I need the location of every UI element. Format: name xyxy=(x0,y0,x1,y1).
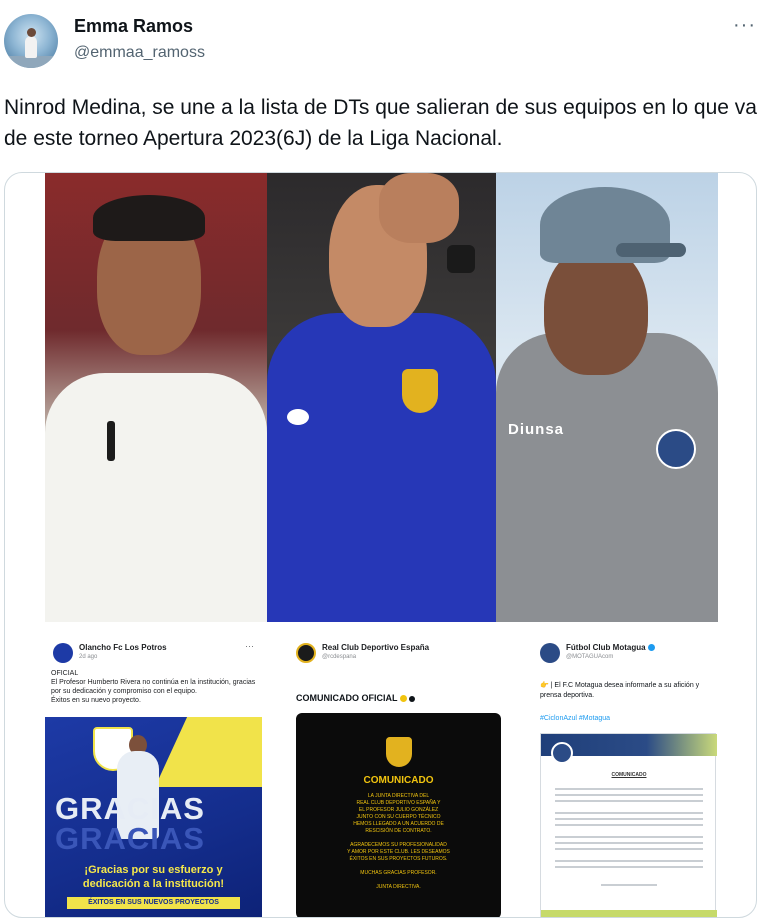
verified-badge-icon xyxy=(647,644,655,652)
facebook-post-screenshot: Olancho Fc Los Potros 2d ago ··· OFICIAL… xyxy=(45,635,262,917)
x-post-screenshot-motagua: Fútbol Club Motagua @MOTAGUAcom 👉 | El F… xyxy=(508,635,727,917)
document-text-line xyxy=(555,860,703,862)
post-title-text: COMUNICADO OFICIAL xyxy=(296,693,398,703)
coach-photo-3: Diunsa xyxy=(496,173,718,622)
coach-photo-2 xyxy=(267,173,496,622)
document-text-line xyxy=(555,842,703,844)
more-options-icon: ··· xyxy=(245,641,254,651)
coach-3-shirt xyxy=(496,333,718,622)
document-text-line xyxy=(555,818,703,820)
banner-message: ¡Gracias por su esfuerzo y dedicación a … xyxy=(82,864,225,890)
club-crest-icon xyxy=(656,429,696,469)
club-crest-icon xyxy=(402,369,438,413)
farewell-banner: GRACIAS GRACIAS ¡Gracias por su esfuerzo… xyxy=(45,717,262,917)
post-author-name: Olancho Fc Los Potros xyxy=(79,643,167,652)
avatar-head xyxy=(27,28,36,37)
document-text-line xyxy=(555,836,703,838)
coach-1-hair xyxy=(93,195,205,241)
club-avatar xyxy=(53,643,73,663)
tweet-header: Emma Ramos @emmaa_ramoss ··· xyxy=(0,0,761,80)
black-circle-icon xyxy=(408,695,415,702)
cap-brim xyxy=(616,243,686,257)
post-author-handle: @MOTAGUAcom xyxy=(566,654,614,660)
post-author-name: Real Club Deportivo España xyxy=(322,643,430,652)
document-text-line xyxy=(555,788,703,790)
banner-strip: ÉXITOS EN SUS NUEVOS PROYECTOS xyxy=(67,897,240,909)
post-text: 👉 | El F.C Motagua desea informarle a su… xyxy=(540,682,700,699)
communique-document: COMUNICADO xyxy=(540,733,717,917)
kit-logo-icon xyxy=(287,409,309,425)
more-options-icon[interactable]: ··· xyxy=(733,14,756,37)
communique-heading: COMUNICADO xyxy=(363,775,434,786)
document-text-line xyxy=(555,812,703,814)
coach-1-shirt xyxy=(45,373,267,622)
document-signature-line xyxy=(601,884,657,886)
author-display-name[interactable]: Emma Ramos xyxy=(74,16,193,37)
shirt-sponsor-text: Diunsa xyxy=(508,421,565,438)
post-author-name: Fútbol Club Motagua xyxy=(566,643,655,652)
banner-gracias-shadow-text: GRACIAS xyxy=(55,821,205,856)
author-handle[interactable]: @emmaa_ramoss xyxy=(74,44,205,62)
post-text: OFICIAL El Profesor Humberto Rivera no c… xyxy=(51,670,256,704)
document-footer-bar xyxy=(541,910,717,917)
x-post-screenshot-espana: Real Club Deportivo España @rcdespana CO… xyxy=(268,635,502,917)
club-avatar xyxy=(296,643,316,663)
coach-3-face xyxy=(544,245,648,375)
document-text-line xyxy=(555,800,703,802)
club-avatar xyxy=(540,643,560,663)
coach-photo-1 xyxy=(45,173,267,622)
avatar-figure xyxy=(25,36,37,58)
club-crest-icon xyxy=(386,737,412,767)
tweet-text: Ninrod Medina, se une a la lista de DTs … xyxy=(4,96,757,150)
communique-board: COMUNICADO LA JUNTA DIRECTIVA DEL REAL C… xyxy=(296,713,501,917)
document-text-line xyxy=(555,866,703,868)
post-title: COMUNICADO OFICIAL xyxy=(296,693,415,703)
author-avatar[interactable] xyxy=(4,14,58,68)
banner-yellow-shape xyxy=(155,717,262,787)
coach-2-hand xyxy=(379,173,459,243)
tweet-media-image[interactable]: Diunsa Olancho Fc Los Potros 2d ago ··· … xyxy=(4,172,757,918)
document-title: COMUNICADO xyxy=(611,772,647,778)
communique-body: LA JUNTA DIRECTIVA DEL REAL CLUB DEPORTI… xyxy=(347,793,450,890)
watch-icon xyxy=(447,245,475,273)
document-text-line xyxy=(555,794,703,796)
post-author-name-text: Fútbol Club Motagua xyxy=(566,643,646,652)
coach-2-shirt xyxy=(267,313,496,622)
document-text-line xyxy=(555,824,703,826)
club-crest-icon xyxy=(551,742,573,764)
post-hashtags: #CiclonAzul #Motagua xyxy=(540,715,611,722)
yellow-circle-icon xyxy=(399,695,407,703)
post-meta: 2d ago xyxy=(79,654,98,660)
post-author-handle: @rcdespana xyxy=(322,654,357,660)
microphone-icon xyxy=(107,421,115,461)
document-text-line xyxy=(555,848,703,850)
